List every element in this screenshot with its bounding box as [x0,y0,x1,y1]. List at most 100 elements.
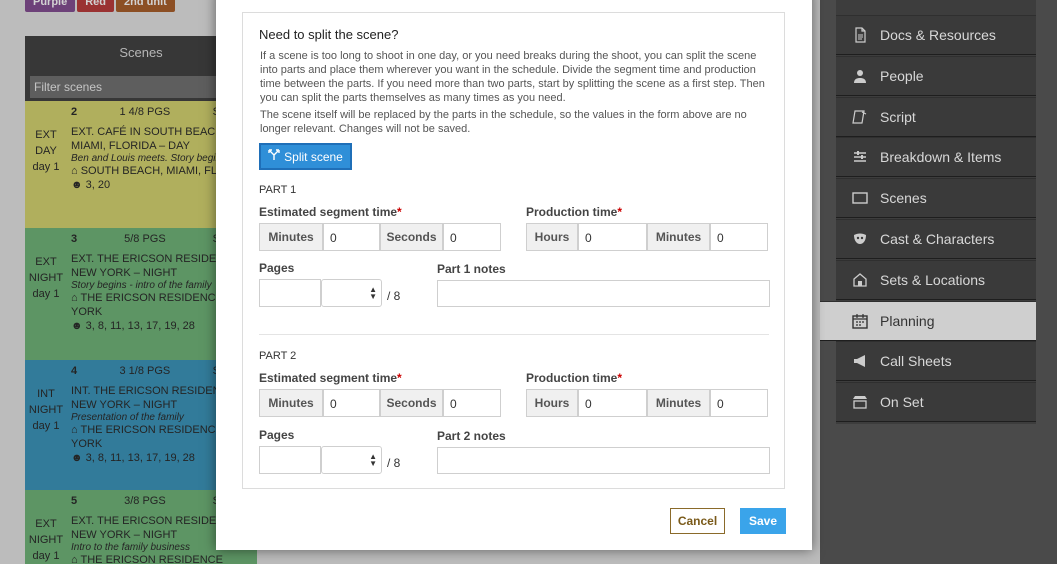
part-1-of-eight: / 8 [387,289,401,303]
nav-item-people[interactable]: People [836,56,1036,96]
part-1-prod-hours-label: Hours [526,223,578,251]
document-icon [850,26,870,44]
scene-number: 2 [71,106,78,118]
location-icon: ⌂ [71,292,81,304]
script-icon [850,108,870,126]
part-1-prod-minutes-label: Minutes [647,223,710,251]
part-1-est-label: Estimated segment time* [259,205,402,219]
scene-cast-row: ☻ 3, 8, 11, 13, 17, 19, 28 [71,451,195,465]
scene-time: NIGHT [28,404,64,416]
scene-int-ext: INT [37,388,55,400]
tag-second-unit[interactable]: 2nd unit [116,0,175,12]
part-1-est-seconds-input[interactable]: 0 [443,223,501,251]
part-2-prod-group: Hours 0 Minutes 0 [526,389,768,417]
scene-int-ext: EXT [35,518,57,530]
part-1-notes-label: Part 1 notes [437,262,506,276]
nav-item-cast-characters[interactable]: Cast & Characters [836,219,1036,259]
nav-item-on-set[interactable]: On Set [836,382,1036,422]
part-1-est-minutes-input[interactable]: 0 [323,223,380,251]
scene-day: day 1 [32,550,60,562]
part-2-prod-hours-label: Hours [526,389,578,417]
nav-item-docs-resources[interactable]: Docs & Resources [836,15,1036,55]
scene-number: 4 [71,365,78,377]
split-scene-label: Split scene [284,149,343,164]
part-1-title: PART 1 [259,184,297,196]
split-icon [268,149,280,164]
part-2-est-minutes-label: Minutes [259,389,323,417]
save-button[interactable]: Save [740,508,786,534]
modal-title: Need to split the scene? [259,27,399,42]
tag-red[interactable]: Red [77,0,115,12]
help-paragraph-1: If a scene is too long to shoot in one d… [260,50,765,104]
nav-item-label: Breakdown & Items [880,149,1002,165]
part-1-notes-input[interactable] [437,280,770,307]
part-2-est-seconds-label: Seconds [380,389,443,417]
scene-cast: 3, 20 [85,179,111,191]
tag-purple[interactable]: Purple [25,0,76,12]
mask-icon [850,230,870,248]
scene-location: THE ERICSON RESIDENCE [80,554,223,564]
nav-item-label: Planning [880,313,935,329]
nav-item-label: People [880,68,924,84]
location-icon: ⌂ [71,554,81,564]
scene-cast-row: ☻ 3, 20 [71,178,110,192]
nav-item-planning[interactable]: Planning [820,301,1036,341]
nav-edge [1036,0,1057,564]
part-1-eighths-select[interactable]: ▲ ▼ [321,279,382,307]
part-1-prod-minutes-input[interactable]: 0 [710,223,768,251]
part-2-prod-label: Production time* [526,371,623,385]
scene-location-row: ⌂ THE ERICSON RESIDENCE [71,553,253,564]
parts-divider [259,334,769,335]
mask-icon: ☻ [71,179,86,191]
scene-cast: 3, 8, 11, 13, 17, 19, 28 [85,452,195,464]
scene-pages: 5/8 PGS [124,233,166,245]
scene-number: 5 [71,495,78,507]
breakdown-icon [850,148,870,166]
split-scene-modal: Need to split the scene? If a scene is t… [216,0,812,550]
nav-item-sets-locations[interactable]: Sets & Locations [836,260,1036,300]
part-1-prod-hours-input[interactable]: 0 [578,223,647,251]
scene-meta: EXT NIGHT day 1 [25,490,67,564]
nav-item-label: Script [880,109,916,125]
cancel-button[interactable]: Cancel [670,508,725,534]
scene-meta: EXT DAY day 1 [25,101,67,228]
nav-item-label: Docs & Resources [880,27,996,43]
scene-time: NIGHT [28,534,64,546]
part-1-est-seconds-label: Seconds [380,223,443,251]
part-2-eighths-select[interactable]: ▲ ▼ [321,446,382,474]
part-2-est-group: Minutes 0 Seconds 0 [259,389,501,417]
tag-bar: Purple Red 2nd unit [25,0,175,12]
nav-item-scenes[interactable]: Scenes [836,178,1036,218]
stepper-arrows-icon: ▲ ▼ [369,452,377,468]
part-2-of-eight: / 8 [387,456,401,470]
nav-item-breakdown-items[interactable]: Breakdown & Items [836,137,1036,177]
scene-time: NIGHT [28,272,64,284]
scene-pages: 3 1/8 PGS [119,365,171,377]
clapper-icon [850,393,870,411]
main-nav: Docs & Resources People Script Breakdown & … [820,0,1036,424]
location-icon: ⌂ [71,424,81,436]
nav-item-call-sheets[interactable]: Call Sheets [836,341,1036,381]
stepper-arrows-icon: ▲ ▼ [369,285,377,301]
location-icon [850,271,870,289]
part-2-pages-input[interactable] [259,446,321,474]
scene-cast: 3, 8, 11, 13, 17, 19, 28 [85,320,195,332]
part-2-est-seconds-input[interactable]: 0 [443,389,501,417]
nav-item-label: Call Sheets [880,353,952,369]
scene-meta: INT NIGHT day 1 [25,360,67,490]
scene-pages: 1 4/8 PGS [119,106,171,118]
part-2-notes-input[interactable] [437,447,770,474]
nav-item-label: Sets & Locations [880,272,986,288]
calendar-icon [850,312,870,330]
part-2-prod-minutes-input[interactable]: 0 [710,389,768,417]
part-2-est-minutes-input[interactable]: 0 [323,389,380,417]
part-1-est-minutes-label: Minutes [259,223,323,251]
mask-icon: ☻ [71,320,86,332]
split-scene-button[interactable]: Split scene [259,143,352,170]
part-2-prod-hours-input[interactable]: 0 [578,389,647,417]
nav-item-script[interactable]: Script [836,97,1036,137]
part-1-pages-input[interactable] [259,279,321,307]
scenes-icon [850,189,870,207]
nav-item-label: On Set [880,394,924,410]
scene-number: 3 [71,233,78,245]
